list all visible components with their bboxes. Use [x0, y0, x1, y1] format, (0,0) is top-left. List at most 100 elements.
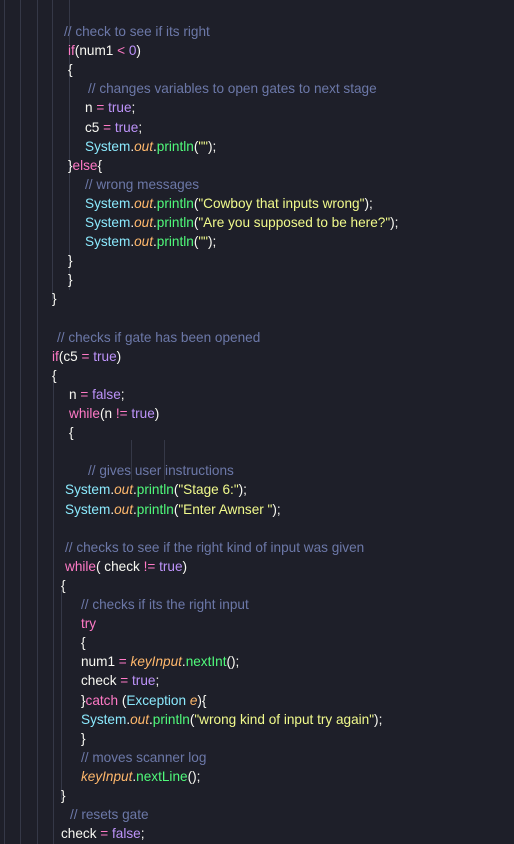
code-line[interactable]: // checks if gate has been opened: [57, 328, 260, 347]
code-token-field: out: [114, 501, 134, 517]
code-token-class: System: [85, 195, 131, 211]
code-line[interactable]: // changes variables to open gates to ne…: [88, 79, 377, 98]
code-token-method: println: [156, 234, 194, 250]
indent-guide: [20, 0, 21, 844]
code-line[interactable]: // check to see if its right: [64, 22, 210, 41]
code-line[interactable]: check = false;: [61, 824, 145, 843]
code-token-plain: }: [68, 272, 73, 288]
code-token-plain: n: [69, 386, 81, 402]
code-token-plain: {: [69, 425, 74, 441]
code-token-keyword: if: [52, 348, 59, 364]
code-line[interactable]: while( check != true): [65, 557, 187, 576]
code-token-plain: (num1: [74, 43, 118, 59]
code-line[interactable]: keyInput.nextLine();: [81, 767, 200, 786]
code-token-class: System: [85, 234, 131, 250]
code-token-plain: (c5: [58, 348, 82, 364]
code-token-plain: ;: [140, 826, 145, 842]
code-line[interactable]: try: [81, 614, 96, 633]
code-line[interactable]: {: [68, 60, 73, 79]
code-line[interactable]: System.out.println("Cowboy that inputs w…: [85, 194, 373, 213]
code-line[interactable]: }: [61, 786, 66, 805]
code-token-plain: );: [390, 215, 399, 230]
code-token-string: "Enter Awnser ": [178, 501, 273, 517]
code-line[interactable]: num1 = keyInput.nextInt();: [81, 652, 239, 671]
code-token-op: =: [103, 119, 112, 135]
indent-guide: [61, 590, 62, 800]
code-token-keyword: catch: [85, 692, 119, 708]
code-token-plain: {: [81, 635, 86, 651]
code-token-comment: // moves scanner log: [81, 749, 207, 765]
code-token-field: keyInput: [130, 654, 182, 670]
code-line[interactable]: n = true;: [85, 98, 135, 117]
code-token-bool: true: [93, 348, 117, 364]
code-token-class: System: [65, 482, 111, 498]
code-line[interactable]: System.out.println("Stage 6:");: [65, 480, 247, 499]
code-line[interactable]: }catch (Exception e){: [81, 691, 206, 710]
indent-guide: [4, 0, 5, 844]
code-token-plain: ;: [138, 119, 143, 135]
code-line[interactable]: // checks to see if the right kind of in…: [65, 538, 364, 557]
code-line[interactable]: System.out.println("");: [85, 232, 216, 251]
code-token-comment: // wrong messages: [85, 176, 200, 192]
code-line[interactable]: System.out.println("Enter Awnser ");: [65, 500, 281, 519]
code-line[interactable]: n = false;: [69, 385, 125, 404]
code-token-comment: // gives user instructions: [88, 463, 234, 479]
code-line[interactable]: }: [81, 729, 86, 748]
code-token-plain: ): [154, 406, 160, 421]
code-line[interactable]: {: [52, 366, 57, 385]
code-token-plain: {: [97, 157, 103, 173]
code-line[interactable]: {: [61, 576, 66, 595]
code-token-plain: );: [208, 138, 217, 154]
code-token-keyword: if: [68, 43, 75, 59]
code-token-method: println: [136, 482, 174, 498]
code-line[interactable]: if(c5 = true): [52, 347, 121, 366]
code-line[interactable]: // resets gate: [70, 805, 149, 824]
code-line[interactable]: c5 = true;: [85, 118, 142, 137]
code-line[interactable]: System.out.println("Are you supposed to …: [85, 213, 398, 232]
code-token-method: println: [136, 501, 174, 517]
code-token-op: <: [117, 43, 126, 59]
code-line[interactable]: while(n != true): [69, 404, 159, 423]
code-line[interactable]: if(num1 < 0): [68, 41, 141, 60]
code-line[interactable]: System.out.println("wrong kind of input …: [81, 710, 382, 729]
code-line[interactable]: {: [81, 633, 86, 652]
code-line[interactable]: // gives user instructions: [88, 461, 234, 480]
indent-guide: [53, 380, 54, 844]
code-line[interactable]: }: [52, 289, 57, 308]
code-line[interactable]: check = true;: [81, 671, 159, 690]
code-line[interactable]: // checks if its the right input: [81, 595, 249, 614]
code-line[interactable]: }: [68, 270, 73, 289]
code-token-class: System: [65, 501, 111, 517]
code-token-keyword: else: [72, 157, 98, 173]
code-token-bool: true: [132, 673, 156, 689]
code-token-field: out: [130, 711, 150, 727]
code-token-plain: }: [52, 291, 57, 307]
code-token-bool: true: [131, 406, 155, 421]
code-token-comment: // changes variables to open gates to ne…: [88, 81, 377, 97]
code-token-plain: c5: [85, 119, 104, 135]
code-token-plain: check: [81, 673, 121, 689]
code-line[interactable]: {: [69, 423, 74, 442]
code-line[interactable]: System.out.println("");: [85, 137, 216, 156]
code-token-field: out: [114, 482, 134, 498]
code-token-op: !=: [115, 406, 128, 421]
code-token-method: nextInt: [185, 654, 227, 670]
code-token-plain: ( check: [95, 558, 144, 574]
code-line[interactable]: // wrong messages: [85, 175, 199, 194]
code-token-bool: false: [112, 826, 141, 842]
code-token-field: keyInput: [81, 768, 133, 784]
code-token-string: "": [198, 234, 209, 250]
code-editor[interactable]: // check to see if its right if(num1 < 0)…: [0, 0, 514, 844]
code-token-method: println: [152, 711, 190, 727]
code-token-method: println: [156, 195, 194, 211]
code-line[interactable]: }: [68, 251, 73, 270]
code-token-bool: false: [92, 386, 121, 402]
code-token-string: "Stage 6:": [178, 482, 239, 498]
code-line[interactable]: // moves scanner log: [81, 748, 206, 767]
code-token-plain: );: [374, 711, 383, 727]
code-token-plain: {: [52, 367, 57, 383]
code-token-string: "": [198, 138, 209, 154]
code-token-class: System: [85, 215, 131, 230]
code-token-keyword: try: [81, 616, 97, 632]
code-line[interactable]: }else{: [68, 156, 102, 175]
